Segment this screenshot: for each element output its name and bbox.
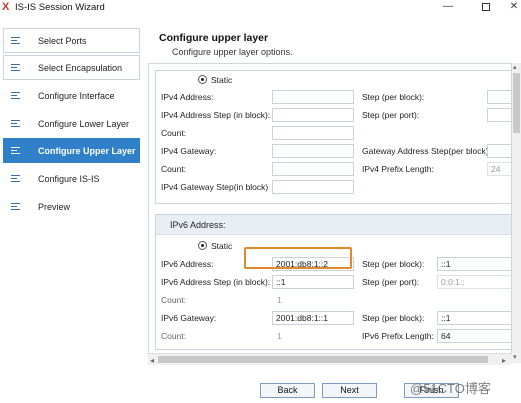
list-icon xyxy=(11,175,20,183)
ipv6-address-step-label: IPv6 Address Step (in block): xyxy=(161,277,271,287)
list-icon xyxy=(11,37,20,45)
sidebar-item-label: Configure Lower Layer xyxy=(38,119,130,129)
ipv4-count-label: Count: xyxy=(161,128,187,138)
sidebar-item-configure-is-is[interactable]: Configure IS-IS xyxy=(3,166,140,191)
sidebar-item-label: Configure Interface xyxy=(38,91,115,101)
ipv4-gateway-step-block-label: Gateway Address Step(per block) xyxy=(362,146,489,156)
ipv6-address-label: IPv6 Address: xyxy=(161,259,214,269)
scroll-left-icon[interactable]: ◂ xyxy=(150,356,154,365)
ipv6-group-header: IPv6 Address: xyxy=(156,215,511,235)
sidebar-item-preview[interactable]: Preview xyxy=(3,194,140,219)
ipv6-prefix-length-field[interactable]: 64 xyxy=(437,329,511,343)
horizontal-scroll-thumb[interactable] xyxy=(158,356,488,363)
maximize-icon xyxy=(482,3,490,11)
ipv6-group: IPv6 Address: Static IPv6 Address: 2001:… xyxy=(155,214,511,350)
ipv4-address-label: IPv4 Address: xyxy=(161,92,214,102)
sidebar-item-label: Select Encapsulation xyxy=(38,63,123,73)
sidebar-item-select-encapsulation[interactable]: Select Encapsulation xyxy=(3,55,140,80)
ipv4-static-radio[interactable] xyxy=(198,75,207,84)
ipv6-gateway-field[interactable]: 2001:db8:1::1 xyxy=(272,311,354,325)
sidebar-item-label: Preview xyxy=(38,202,71,212)
ipv6-step-block-label: Step (per block): xyxy=(362,259,425,269)
vertical-scroll-thumb[interactable] xyxy=(513,73,520,133)
ipv4-count-field[interactable] xyxy=(272,126,354,140)
ipv4-gateway-count-label: Count: xyxy=(161,164,187,174)
ipv6-count-value: 1 xyxy=(276,293,316,307)
ipv6-step-block-field[interactable]: ::1 xyxy=(437,257,511,271)
maximize-button[interactable] xyxy=(472,0,500,16)
ipv4-gateway-label: IPv4 Gateway: xyxy=(161,146,217,156)
ipv4-gateway-step-block-field[interactable] xyxy=(487,144,511,158)
title-bar: X IS-IS Session Wizard — ✕ xyxy=(0,0,521,16)
ipv6-address-step-field[interactable]: ::1 xyxy=(272,275,354,289)
ipv6-group-title: IPv6 Address: xyxy=(170,220,226,230)
ipv4-group: Static IPv4 Address: Step (per block): I… xyxy=(155,70,511,204)
ipv4-prefix-length-field[interactable]: 24 xyxy=(487,162,511,176)
ipv6-gateway-label: IPv6 Gateway: xyxy=(161,313,217,323)
ipv4-address-step-field[interactable] xyxy=(272,108,354,122)
ipv4-static-label: Static xyxy=(211,75,233,85)
ipv4-step-port-label: Step (per port): xyxy=(362,110,420,120)
sidebar-item-label: Configure IS-IS xyxy=(38,174,100,184)
ipv6-gateway-count-value: 1 xyxy=(276,329,316,343)
list-icon xyxy=(11,203,20,211)
sidebar-item-configure-lower-layer[interactable]: Configure Lower Layer xyxy=(3,111,140,136)
close-button[interactable]: ✕ xyxy=(500,0,521,16)
ipv6-step-port-field[interactable]: 0:0:1:: xyxy=(437,275,511,289)
ipv4-step-port-field[interactable] xyxy=(487,108,511,122)
sidebar-item-select-ports[interactable]: Select Ports xyxy=(3,28,140,53)
sidebar-item-label: Select Ports xyxy=(38,36,87,46)
ipv6-static-radio[interactable] xyxy=(198,241,207,250)
ipv6-address-highlight xyxy=(244,247,352,269)
list-icon xyxy=(11,120,20,128)
wizard-sidebar: Select Ports Select Encapsulation Config… xyxy=(0,24,142,364)
scroll-right-icon[interactable]: ▸ xyxy=(502,356,506,365)
page-title: Configure upper layer xyxy=(159,32,269,44)
ipv4-prefix-length-label: IPv4 Prefix Length: xyxy=(362,164,434,174)
ipv4-step-block-field[interactable] xyxy=(487,90,511,104)
ipv6-step-port-label: Step (per port): xyxy=(362,277,420,287)
ipv4-gateway-count-field[interactable] xyxy=(272,162,354,176)
ipv4-gateway-step-field[interactable] xyxy=(272,180,354,194)
minimize-button[interactable]: — xyxy=(434,0,462,16)
scroll-up-icon[interactable]: ▴ xyxy=(513,63,517,71)
scroll-down-icon[interactable]: ▾ xyxy=(513,353,517,361)
next-button[interactable]: Next xyxy=(322,383,377,398)
ipv6-prefix-length-label: IPv6 Prefix Length: xyxy=(362,331,434,341)
list-icon xyxy=(11,64,20,72)
page-subtitle: Configure upper layer options. xyxy=(172,47,293,57)
sidebar-item-configure-interface[interactable]: Configure Interface xyxy=(3,83,140,108)
ipv4-gateway-field[interactable] xyxy=(272,144,354,158)
list-icon xyxy=(11,147,20,155)
ipv4-address-step-label: IPv4 Address Step (in block): xyxy=(161,110,271,120)
ipv4-gateway-step-label: IPv4 Gateway Step(in block) xyxy=(161,182,269,192)
list-icon xyxy=(11,92,20,100)
app-logo-icon: X xyxy=(2,1,10,13)
configuration-panel: Static IPv4 Address: Step (per block): I… xyxy=(148,63,512,365)
ipv6-count-label: Count: xyxy=(161,295,187,305)
back-button[interactable]: Back xyxy=(260,383,315,398)
horizontal-scrollbar[interactable]: ◂ ▸ xyxy=(148,353,512,365)
ipv6-static-label: Static xyxy=(211,241,233,251)
sidebar-item-configure-upper-layer[interactable]: Configure Upper Layer xyxy=(3,138,140,163)
ipv4-step-block-label: Step (per block): xyxy=(362,92,425,102)
watermark-text: @51CTO博客 xyxy=(410,381,491,396)
ipv4-address-field[interactable] xyxy=(272,90,354,104)
ipv6-gateway-step-block-label: Step (per block): xyxy=(362,313,425,323)
vertical-scrollbar[interactable]: ▴ ▾ xyxy=(512,63,521,363)
ipv6-gateway-step-block-field[interactable]: ::1 xyxy=(437,311,511,325)
ipv6-gateway-count-label: Count: xyxy=(161,331,187,341)
sidebar-item-label: Configure Upper Layer xyxy=(38,146,136,156)
window-title: IS-IS Session Wizard xyxy=(15,2,105,13)
